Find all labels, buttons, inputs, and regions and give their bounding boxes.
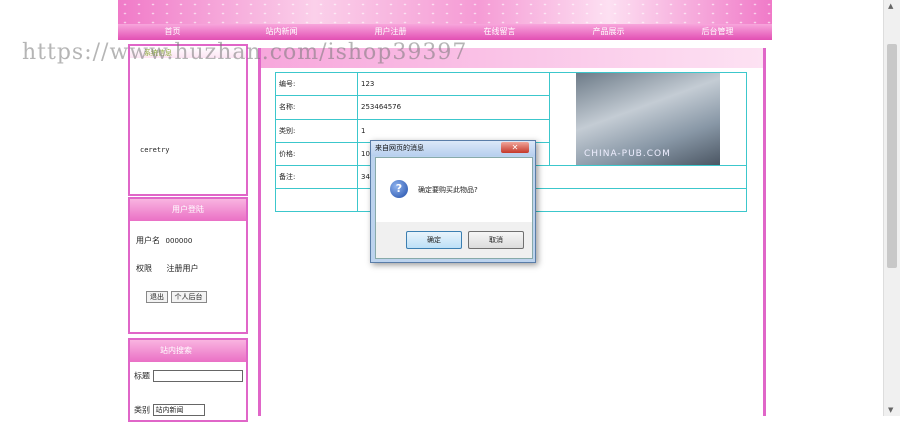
- search-header: 站内搜索: [130, 340, 246, 362]
- product-image: CHINA-PUB.COM: [576, 73, 720, 165]
- category-field-value: 1: [357, 118, 550, 143]
- name-value: 253464576: [357, 95, 550, 120]
- id-label: 编号:: [275, 71, 358, 97]
- dialog-message: 确定要购买此物品?: [418, 186, 478, 194]
- sidebar: 系统信息 ceretry 用户登陆 用户名 000000 权限 注册用户 退出 …: [128, 44, 248, 422]
- name-label: 名称:: [275, 95, 358, 120]
- dialog-footer: 确定 取消: [376, 222, 532, 258]
- nav-guestbook[interactable]: 在线留言: [445, 24, 554, 40]
- logout-button[interactable]: 退出: [146, 291, 168, 303]
- personal-backend-button[interactable]: 个人后台: [170, 291, 207, 303]
- current-username: ceretry: [140, 146, 170, 154]
- nav-admin[interactable]: 后台管理: [663, 24, 772, 40]
- title-input[interactable]: [152, 370, 243, 382]
- price-label: 价格:: [275, 141, 358, 167]
- title-label: 标题: [134, 371, 150, 381]
- product-image-cell: CHINA-PUB.COM: [549, 72, 747, 166]
- dialog-body: ? 确定要购买此物品? 确定 取消: [375, 157, 533, 259]
- perm-label: 权限: [136, 264, 152, 273]
- table-row: 编号: 123 CHINA-PUB.COM: [275, 71, 747, 166]
- product-image-caption: CHINA-PUB.COM: [584, 149, 671, 159]
- category-label: 类别: [134, 405, 150, 415]
- header-banner: [118, 0, 772, 24]
- login-box: 用户登陆 用户名 000000 权限 注册用户 退出 个人后台: [128, 197, 248, 334]
- scroll-thumb[interactable]: [887, 44, 897, 268]
- site-search-box: 站内搜索 标题 类别 站内新闻: [128, 338, 248, 422]
- system-info-box: 系统信息 ceretry: [128, 44, 248, 196]
- scroll-up-icon[interactable]: ▲: [888, 2, 893, 10]
- user-value: 000000: [165, 237, 193, 245]
- confirm-dialog: 来自网页的消息 ✕ ? 确定要购买此物品? 确定 取消: [370, 140, 536, 263]
- note-label: 备注:: [275, 165, 358, 189]
- id-value: 123: [357, 71, 550, 97]
- close-icon[interactable]: ✕: [501, 142, 529, 153]
- category-field-label: 类别:: [275, 118, 358, 143]
- cancel-button[interactable]: 取消: [468, 231, 524, 249]
- perm-value: 注册用户: [166, 264, 199, 273]
- main-nav: 首页 站内新闻 用户注册 在线留言 产品展示 后台管理: [118, 24, 772, 40]
- question-icon: ?: [390, 180, 408, 198]
- nav-register[interactable]: 用户注册: [336, 24, 445, 40]
- ok-button[interactable]: 确定: [406, 231, 462, 249]
- login-header: 用户登陆: [130, 199, 246, 221]
- category-select[interactable]: 站内新闻: [152, 404, 205, 416]
- user-label: 用户名: [136, 236, 160, 245]
- page-scrollbar[interactable]: ▲ ▼: [883, 0, 900, 416]
- nav-products[interactable]: 产品展示: [554, 24, 663, 40]
- scroll-down-icon[interactable]: ▼: [888, 406, 893, 414]
- nav-home[interactable]: 首页: [118, 24, 227, 40]
- nav-news[interactable]: 站内新闻: [227, 24, 336, 40]
- watermark-text: https://www.huzhan.com/ishop39397: [22, 40, 468, 65]
